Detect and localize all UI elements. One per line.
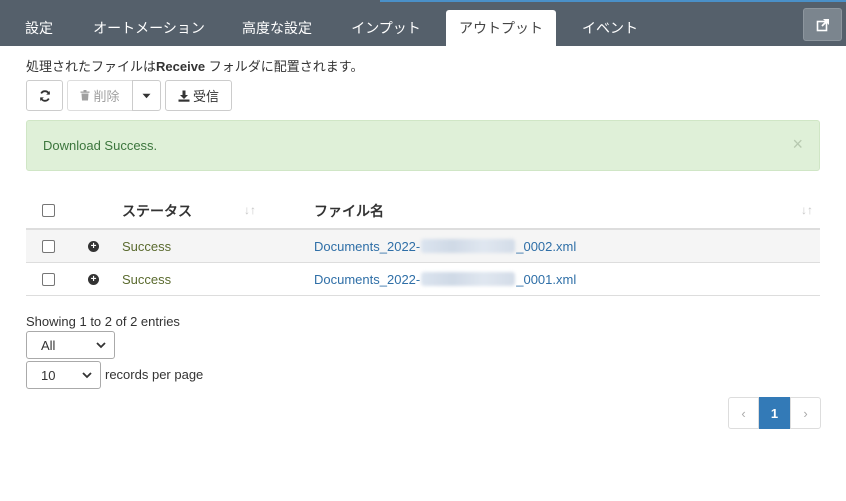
filter-select-value: All [41,337,56,353]
caret-down-icon [142,93,151,98]
records-per-page-label: records per page [105,367,204,382]
row-checkbox[interactable] [42,272,55,286]
expand-row-icon[interactable]: + [88,273,99,285]
column-status-label: ステータス [122,202,192,219]
delete-button[interactable]: 削除 [67,80,133,111]
chevron-down-icon [96,342,106,349]
receive-label: 受信 [192,89,219,104]
select-all-checkbox[interactable] [42,204,55,217]
external-link-icon [816,18,829,31]
chevron-down-icon [82,372,92,379]
row-filename-link[interactable]: Documents_2022- _0001.xml [314,263,576,295]
row-filename-link[interactable]: Documents_2022- _0002.xml [314,230,576,262]
table-header: ステータス ↓↑ ファイル名 ↓↑ [26,193,820,230]
trash-icon [80,90,90,101]
download-icon [178,90,190,102]
redacted-text [421,272,516,286]
filename-suffix: _0002.xml [516,238,577,254]
sort-filename-icon[interactable]: ↓↑ [801,203,813,217]
filter-select[interactable]: All [26,331,115,359]
page-size-select[interactable]: 10 [26,361,101,389]
delete-label: 削除 [93,89,120,104]
refresh-icon [39,89,50,102]
receive-button[interactable]: 受信 [165,80,232,111]
tab-output[interactable]: アウトプット [446,10,556,46]
table-row[interactable]: + Success Documents_2022- _0001.xml [26,263,820,296]
pagination-next-button[interactable]: › [790,397,821,429]
select-all-cell [42,193,55,228]
filename-prefix: Documents_2022- [314,238,421,254]
redacted-text [421,239,516,253]
sort-status-icon[interactable]: ↓↑ [244,203,256,217]
entries-info: Showing 1 to 2 of 2 entries [26,314,180,329]
info-folder-name: Receive [156,59,206,74]
info-prefix: 処理されたファイルは [26,59,157,74]
info-suffix: フォルダに配置されます。 [205,59,364,74]
row-checkbox[interactable] [42,239,55,253]
pagination-page-1[interactable]: 1 [759,397,790,429]
tab-bar-accent-line [380,0,846,2]
tab-advanced-settings[interactable]: 高度な設定 [230,10,324,46]
success-alert: Download Success. × [26,120,820,171]
column-header-filename[interactable]: ファイル名 [314,193,384,228]
tab-automation[interactable]: オートメーション [84,10,214,46]
delete-dropdown-button[interactable] [132,80,161,111]
tab-events[interactable]: イベント [570,10,650,46]
tab-bar: 設定 オートメーション 高度な設定 インプット アウトプット イベント [0,0,846,46]
external-link-button[interactable] [803,8,842,41]
row-status: Success [122,271,172,287]
output-files-table: ステータス ↓↑ ファイル名 ↓↑ + Success Documents_20… [26,193,820,296]
refresh-button[interactable] [26,80,63,111]
tab-settings[interactable]: 設定 [12,10,66,46]
pagination: ‹ 1 › [728,397,821,429]
alert-message: Download Success. [43,138,158,153]
column-filename-label: ファイル名 [314,202,384,219]
row-status: Success [122,238,172,254]
tab-input[interactable]: インプット [340,10,432,46]
pagination-prev-button[interactable]: ‹ [728,397,759,429]
table-row[interactable]: + Success Documents_2022- _0002.xml [26,230,820,263]
page-size-value: 10 [41,367,56,383]
expand-row-icon[interactable]: + [88,240,99,252]
column-header-status[interactable]: ステータス [122,193,192,228]
alert-close-button[interactable]: × [792,135,803,153]
filename-suffix: _0001.xml [516,271,577,287]
output-folder-info: 処理されたファイルはReceive フォルダに配置されます。 [26,56,363,75]
filename-prefix: Documents_2022- [314,271,421,287]
